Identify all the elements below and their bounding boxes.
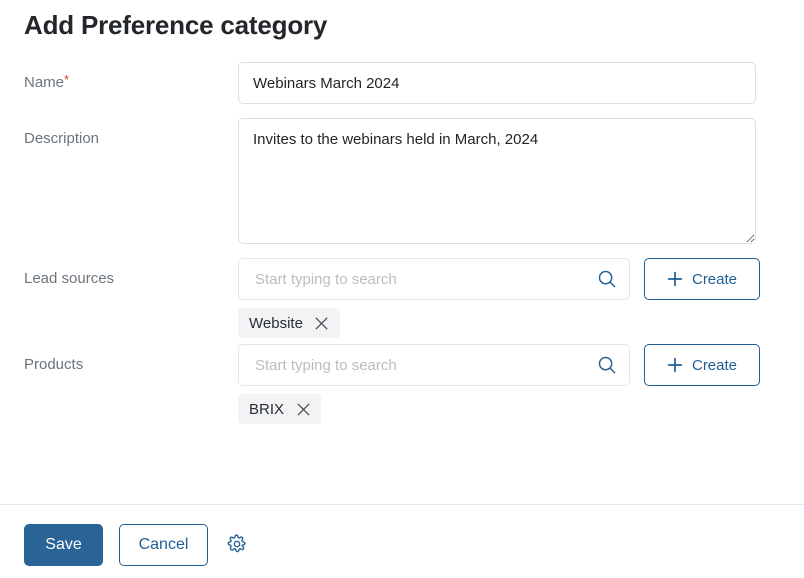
footer-divider <box>0 504 804 505</box>
name-control <box>238 62 804 104</box>
products-label: Products <box>0 344 238 375</box>
lead-sources-create-label: Create <box>691 270 738 288</box>
lead-sources-label: Lead sources <box>0 258 238 289</box>
description-textarea[interactable] <box>238 118 756 244</box>
list-item[interactable]: Website <box>238 308 340 338</box>
save-button[interactable]: Save <box>24 524 103 566</box>
chip-label: BRIX <box>249 400 285 418</box>
form-row-lead-sources: Lead sources Start typing to search Crea… <box>0 258 804 338</box>
lead-sources-search-wrap <box>238 258 630 300</box>
products-search-wrap <box>238 344 630 386</box>
products-create-label: Create <box>691 356 738 374</box>
settings-button[interactable] <box>225 533 249 557</box>
description-control <box>238 118 804 244</box>
products-chip-list: BRIX <box>238 394 804 424</box>
plus-icon <box>667 271 683 287</box>
lead-sources-search-input[interactable] <box>238 258 630 300</box>
lead-sources-label-text: Lead sources <box>24 270 115 287</box>
products-create-button[interactable]: Create <box>644 344 760 386</box>
chip-label: Website <box>249 314 303 332</box>
page-title: Add Preference category <box>24 10 328 40</box>
close-icon[interactable] <box>315 316 329 330</box>
description-label: Description <box>0 118 238 149</box>
lead-sources-create-button[interactable]: Create <box>644 258 760 300</box>
dialog-footer: Save Cancel <box>24 524 249 566</box>
form-row-name: Name* <box>0 62 804 104</box>
products-search-input[interactable] <box>238 344 630 386</box>
name-label: Name* <box>0 62 238 93</box>
products-control: Create BRIX <box>238 344 804 424</box>
form-body: Name* Description Lead sources <box>0 62 804 424</box>
close-icon[interactable] <box>296 402 310 416</box>
lead-sources-chip-list: Website <box>238 308 804 338</box>
products-search-row: Create <box>238 344 804 386</box>
products-label-text: Products <box>24 356 84 373</box>
description-label-text: Description <box>24 130 100 147</box>
form-row-description: Description <box>0 118 804 244</box>
name-input[interactable] <box>238 62 756 104</box>
list-item[interactable]: BRIX <box>238 394 322 424</box>
cancel-button[interactable]: Cancel <box>119 524 208 566</box>
gear-icon <box>227 533 247 557</box>
required-asterisk: * <box>64 72 70 87</box>
add-preference-category-dialog: Add Preference category Name* Descriptio… <box>0 0 804 578</box>
lead-sources-control: Create Website <box>238 258 804 338</box>
plus-icon <box>667 357 683 373</box>
lead-sources-search-row: Create <box>238 258 804 300</box>
form-row-products: Products Start typing to search Create B… <box>0 344 804 424</box>
name-label-text: Name <box>24 74 65 91</box>
